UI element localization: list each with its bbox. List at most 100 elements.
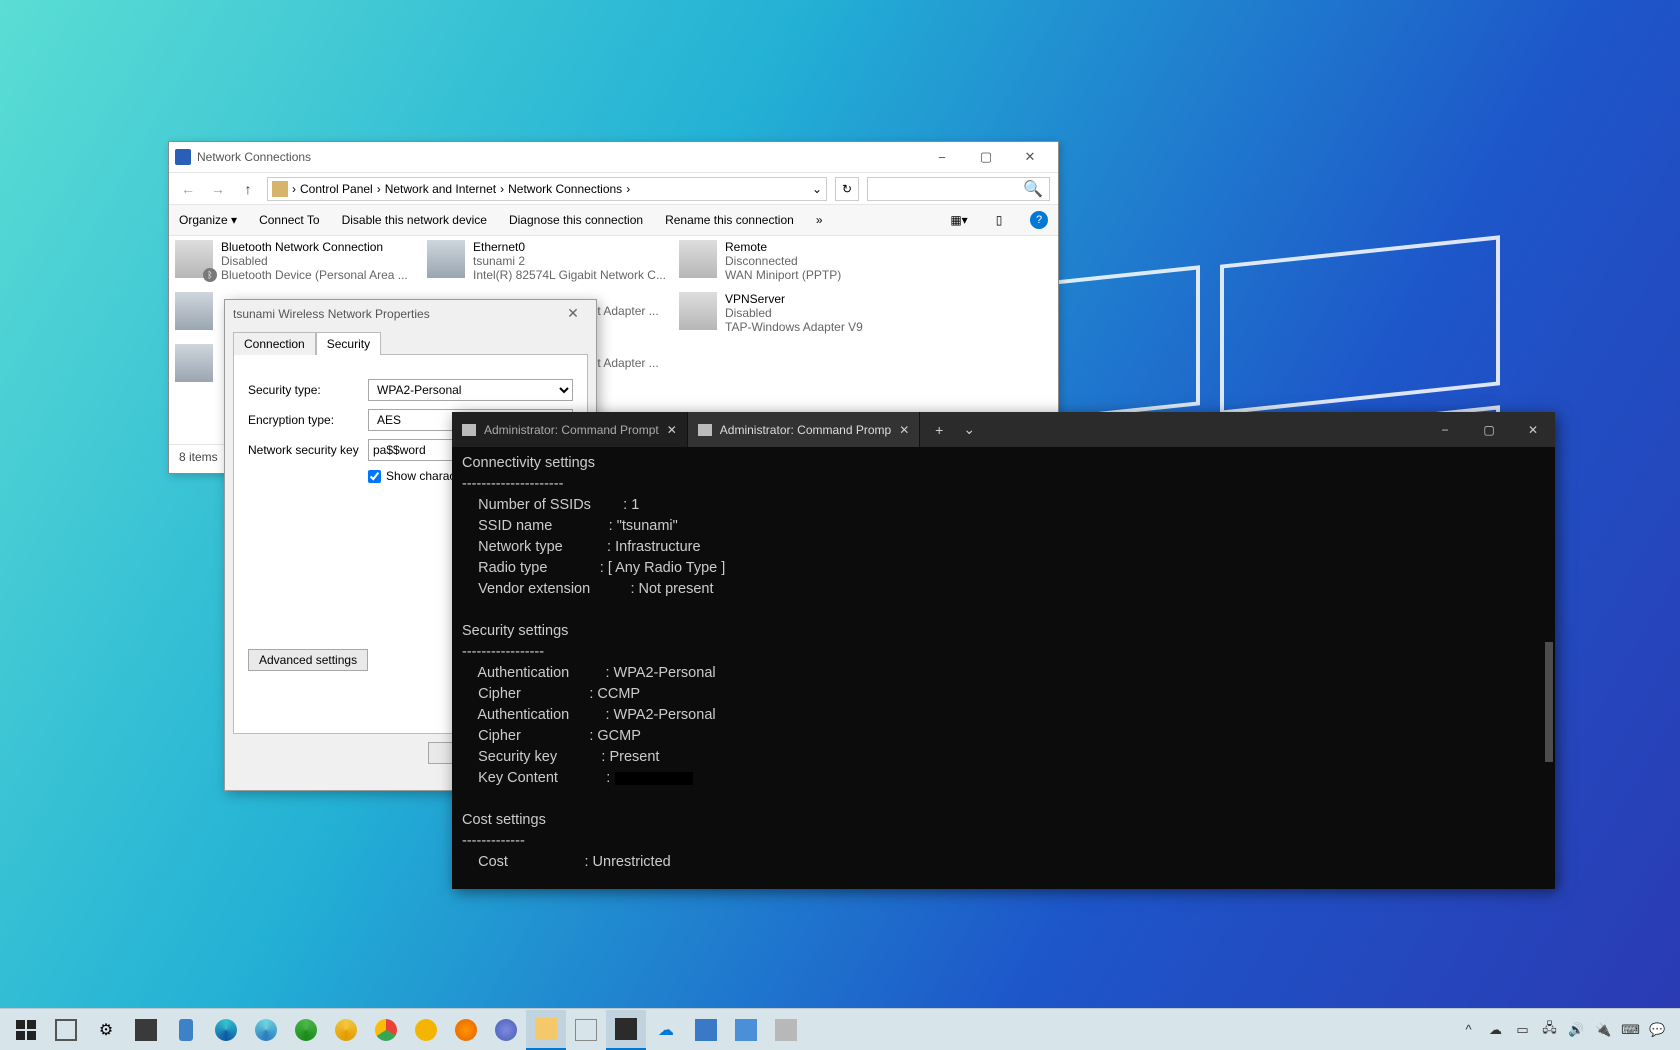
chrome-button[interactable]: [366, 1010, 406, 1050]
close-tab-button[interactable]: ✕: [899, 423, 909, 437]
refresh-button[interactable]: ↻: [835, 177, 859, 201]
security-type-select[interactable]: WPA2-Personal: [368, 379, 573, 401]
tab-security[interactable]: Security: [316, 332, 381, 355]
close-button[interactable]: ✕: [558, 305, 588, 322]
adapter-icon: [679, 292, 717, 330]
tab-dropdown-button[interactable]: ⌄: [954, 412, 984, 447]
bluetooth-badge-icon: ᛒ: [203, 268, 217, 282]
scrollbar-thumb[interactable]: [1545, 642, 1553, 762]
onedrive-button[interactable]: ☁: [646, 1010, 686, 1050]
snip-button[interactable]: [726, 1010, 766, 1050]
adapter-icon: ᛒ: [175, 240, 213, 278]
network-tray-icon[interactable]: 🖧: [1541, 1021, 1558, 1038]
close-tab-button[interactable]: ✕: [667, 423, 677, 437]
search-input[interactable]: 🔍: [867, 177, 1050, 201]
maximize-button[interactable]: ▢: [1467, 412, 1511, 447]
misc-app-button[interactable]: [766, 1010, 806, 1050]
terminal-button[interactable]: [606, 1010, 646, 1050]
crumb[interactable]: Control Panel: [300, 182, 373, 196]
new-tab-button[interactable]: +: [924, 412, 954, 447]
tab-connection[interactable]: Connection: [233, 332, 316, 355]
overflow-button[interactable]: »: [816, 213, 823, 227]
terminal-titlebar[interactable]: Administrator: Command Prompt ✕ Administ…: [452, 412, 1555, 447]
explorer-button[interactable]: [526, 1010, 566, 1050]
security-type-label: Security type:: [248, 383, 360, 397]
show-characters-checkbox[interactable]: [368, 470, 381, 483]
volume-tray-icon[interactable]: 🔊: [1568, 1021, 1585, 1038]
security-key-label: Network security key: [248, 443, 360, 457]
connection-remote[interactable]: RemoteDisconnectedWAN Miniport (PPTP): [679, 240, 924, 282]
crumb[interactable]: Network and Internet: [385, 182, 496, 196]
adapter-icon: [679, 240, 717, 278]
address-bar: ← → ↑ › Control Panel › Network and Inte…: [169, 172, 1058, 205]
system-tray: ^ ☁ ▭ 🖧 🔊 🔌 ⌨ 💬: [1460, 1021, 1674, 1038]
encryption-type-label: Encryption type:: [248, 413, 360, 427]
gear-icon: ⚙: [99, 1020, 113, 1040]
task-view-button[interactable]: [46, 1010, 86, 1050]
up-button[interactable]: ↑: [237, 181, 259, 197]
tray-overflow-button[interactable]: ^: [1460, 1021, 1477, 1038]
minimize-button[interactable]: −: [1423, 412, 1467, 447]
action-center-button[interactable]: 💬: [1649, 1021, 1666, 1038]
forward-button[interactable]: →: [207, 181, 229, 197]
input-tray-icon[interactable]: ⌨: [1622, 1021, 1639, 1038]
terminal-tab[interactable]: Administrator: Command Promp ✕: [688, 412, 920, 447]
rename-button[interactable]: Rename this connection: [665, 213, 794, 227]
edge-canary-button[interactable]: [326, 1010, 366, 1050]
dialog-title: tsunami Wireless Network Properties: [233, 307, 430, 321]
maximize-button[interactable]: ▢: [964, 142, 1008, 172]
adapter-icon: [175, 292, 213, 330]
chrome-canary-button[interactable]: [406, 1010, 446, 1050]
firefox-dev-button[interactable]: [486, 1010, 526, 1050]
quick-assist-button[interactable]: [686, 1010, 726, 1050]
connection-vpnserver[interactable]: VPNServerDisabledTAP-Windows Adapter V9: [679, 292, 924, 334]
close-button[interactable]: ✕: [1008, 142, 1052, 172]
mail-button[interactable]: [566, 1010, 606, 1050]
minimize-button[interactable]: −: [920, 142, 964, 172]
cmd-icon: [698, 424, 712, 436]
tab-strip: Connection Security: [233, 331, 588, 354]
onedrive-tray-icon[interactable]: ☁: [1487, 1021, 1504, 1038]
cmd-icon: [462, 424, 476, 436]
diagnose-button[interactable]: Diagnose this connection: [509, 213, 643, 227]
connect-to-button[interactable]: Connect To: [259, 213, 320, 227]
edge-dev-button[interactable]: [286, 1010, 326, 1050]
redacted-key-content: [614, 771, 694, 786]
power-tray-icon[interactable]: 🔌: [1595, 1021, 1612, 1038]
connection-partial-text: rnet Adapter ...: [580, 356, 730, 370]
adapter-icon: [427, 240, 465, 278]
cloud-icon: ☁: [658, 1020, 674, 1040]
view-options-button[interactable]: ▦▾: [950, 211, 968, 229]
store-button[interactable]: [126, 1010, 166, 1050]
edge-button[interactable]: [206, 1010, 246, 1050]
folder-icon: [272, 181, 288, 197]
start-button[interactable]: [6, 1010, 46, 1050]
settings-button[interactable]: ⚙: [86, 1010, 126, 1050]
firefox-button[interactable]: [446, 1010, 486, 1050]
breadcrumb[interactable]: › Control Panel › Network and Internet ›…: [267, 177, 827, 201]
advanced-settings-button[interactable]: Advanced settings: [248, 649, 368, 671]
back-button[interactable]: ←: [177, 181, 199, 197]
dialog-titlebar[interactable]: tsunami Wireless Network Properties ✕: [225, 300, 596, 327]
window-title: Network Connections: [197, 150, 311, 164]
disable-device-button[interactable]: Disable this network device: [342, 213, 487, 227]
close-button[interactable]: ✕: [1511, 412, 1555, 447]
crumb[interactable]: Network Connections: [508, 182, 622, 196]
preview-pane-button[interactable]: ▯: [990, 211, 1008, 229]
connection-bluetooth[interactable]: ᛒ Bluetooth Network ConnectionDisabledBl…: [175, 240, 420, 282]
your-phone-button[interactable]: [166, 1010, 206, 1050]
connection-ethernet0[interactable]: Ethernet0tsunami 2Intel(R) 82574L Gigabi…: [427, 240, 672, 282]
security-tray-icon[interactable]: ▭: [1514, 1021, 1531, 1038]
app-icon: [175, 149, 191, 165]
windows-terminal-window: Administrator: Command Prompt ✕ Administ…: [452, 412, 1555, 889]
adapter-icon: [175, 344, 213, 382]
organize-menu[interactable]: Organize ▾: [179, 213, 237, 227]
search-icon: 🔍: [1023, 179, 1043, 199]
terminal-output[interactable]: Connectivity settings ------------------…: [452, 447, 1555, 879]
edge-beta-button[interactable]: [246, 1010, 286, 1050]
terminal-tab[interactable]: Administrator: Command Prompt ✕: [452, 412, 688, 447]
command-bar: Organize ▾ Connect To Disable this netwo…: [169, 205, 1058, 236]
help-button[interactable]: ?: [1030, 211, 1048, 229]
titlebar[interactable]: Network Connections − ▢ ✕: [169, 142, 1058, 172]
taskbar: ⚙ ☁ ^ ☁ ▭ 🖧 🔊 🔌 ⌨ 💬: [0, 1008, 1680, 1050]
